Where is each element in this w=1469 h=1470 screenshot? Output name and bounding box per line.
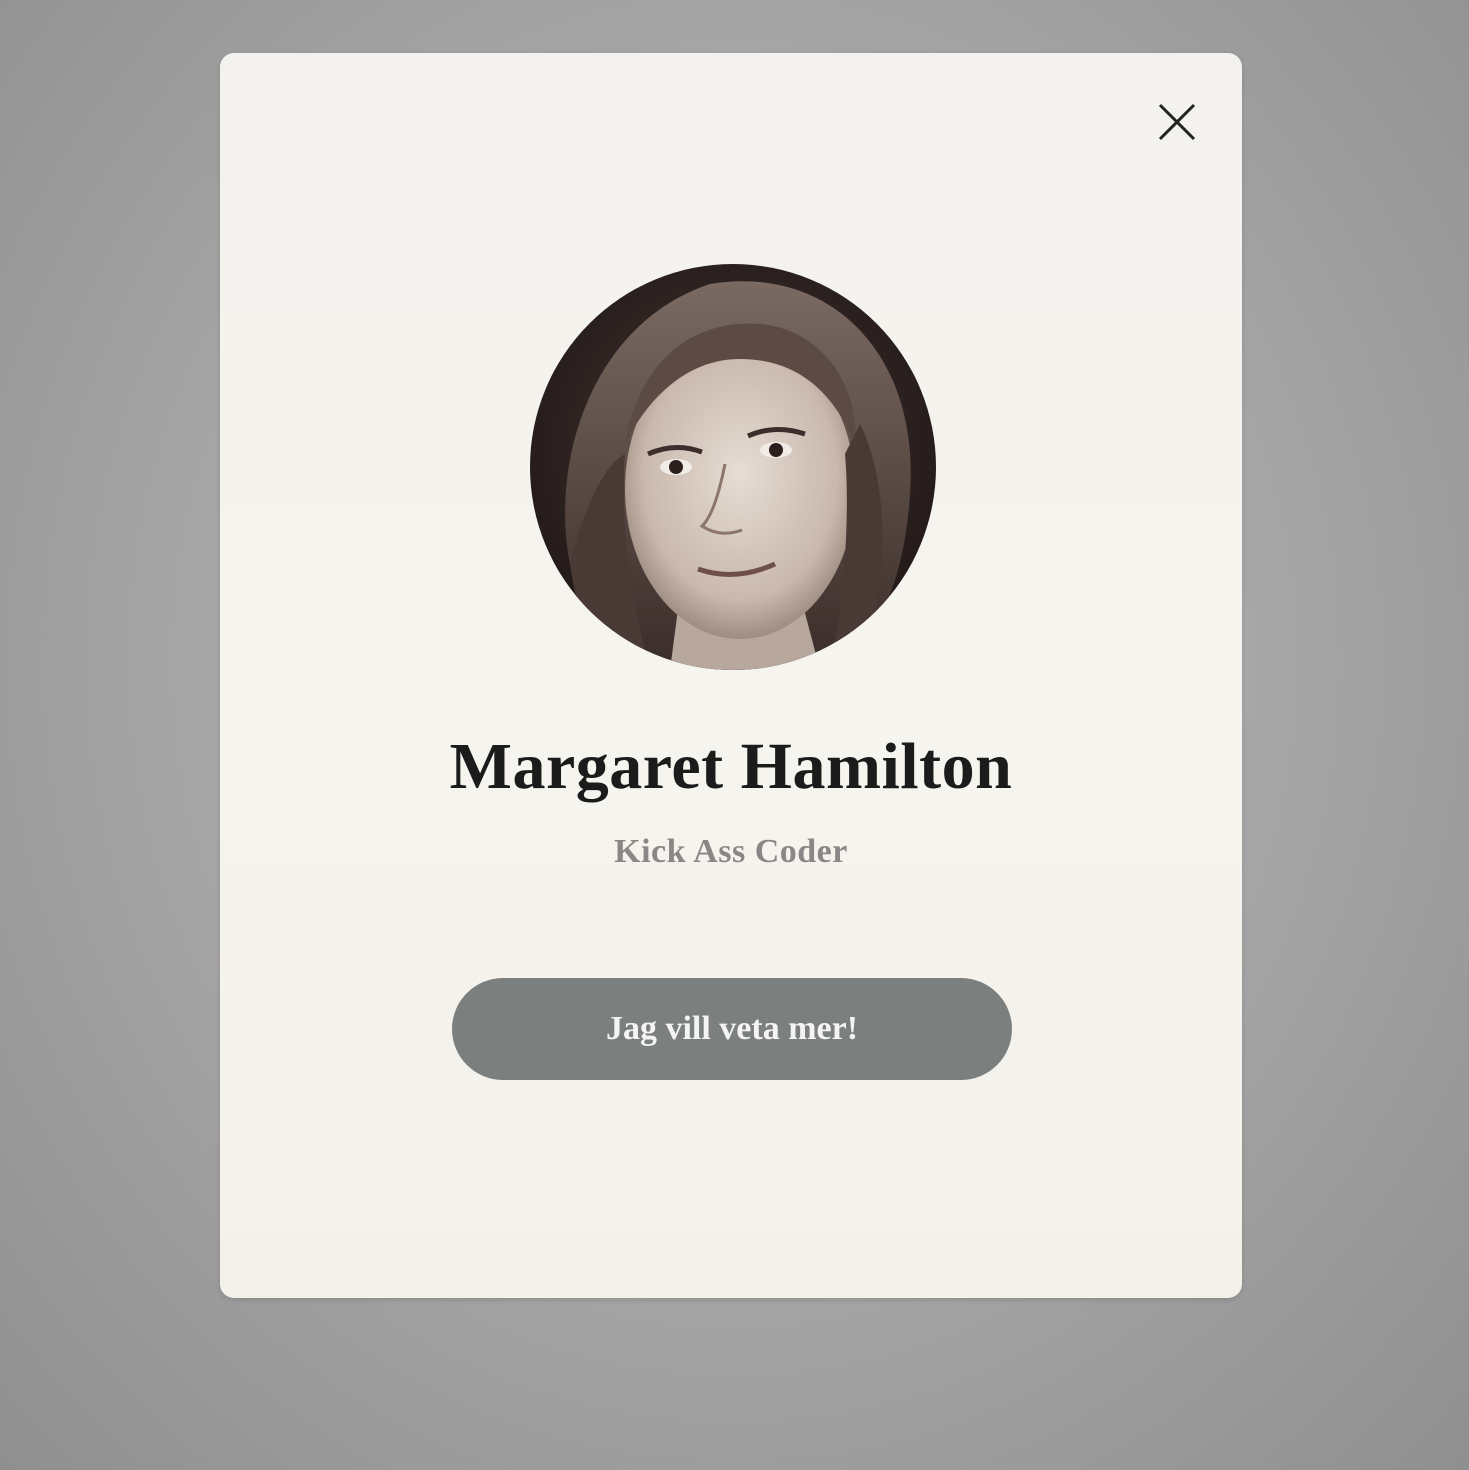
learn-more-button[interactable]: Jag vill veta mer! xyxy=(452,978,1012,1080)
close-icon xyxy=(1158,103,1196,141)
close-button[interactable] xyxy=(1156,101,1198,143)
profile-name: Margaret Hamilton xyxy=(449,730,1013,803)
portrait-photo xyxy=(530,264,936,670)
profile-title: Kick Ass Coder xyxy=(614,833,848,870)
learn-more-button-label: Jag vill veta mer! xyxy=(605,1010,859,1047)
avatar xyxy=(530,264,936,670)
profile-dialog: Margaret Hamilton Kick Ass Coder Jag vil… xyxy=(220,53,1242,1298)
